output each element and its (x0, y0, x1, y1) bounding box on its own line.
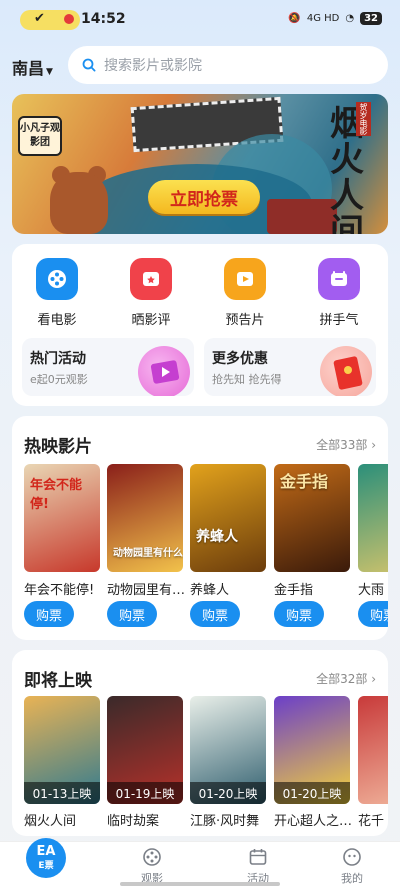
e-ticket-icon: EA (36, 844, 56, 859)
movie-poster[interactable]: 01-19上映 (107, 696, 183, 804)
promo-title: 热门活动 (30, 351, 86, 367)
movie-name: 花千 (358, 814, 385, 829)
film-reel-icon (36, 258, 78, 300)
notification-badge (62, 12, 76, 26)
buy-now-button[interactable]: 立即抢票 (148, 180, 260, 214)
truck-art (267, 199, 337, 234)
movie-name: 养蜂人 (190, 583, 230, 598)
quick-menu-card: 看电影 晒影评 预告片 拼手气 热门活动 e起0元观影 更多优惠 抢先知 抢先得 (12, 244, 388, 406)
promo-title: 更多优惠 (212, 351, 268, 367)
play-icon (224, 258, 266, 300)
promo-subtitle: e起0元观影 (30, 373, 88, 386)
movie-poster[interactable]: 养蜂人 (190, 464, 266, 572)
poster-text: 养蜂人 (196, 529, 238, 545)
movie-name: 开心超人之… (274, 814, 353, 829)
search-input[interactable]: 搜索影片或影院 (68, 46, 388, 84)
promo-hot-events[interactable]: 热门活动 e起0元观影 (22, 338, 194, 396)
check-icon: ✔ (34, 11, 45, 26)
review-icon (130, 258, 172, 300)
play-ticket-icon (138, 346, 190, 396)
poster-text: 动物园里有什么 (113, 548, 183, 559)
nav-item-eticket[interactable]: EA E票 (26, 838, 66, 878)
menu-label: 晒影评 (131, 313, 171, 328)
buy-ticket-button[interactable]: 购票 (274, 601, 324, 627)
movie-name: 烟火人间 (24, 814, 77, 829)
movie-poster[interactable]: 动物园里有什么 (107, 464, 183, 572)
wifi-icon: ◔ (345, 13, 355, 24)
caret-down-icon: ▼ (46, 67, 53, 77)
buy-ticket-button[interactable]: 购票 (24, 601, 74, 627)
promo-banner[interactable]: 小凡子观影团 烟火人间 贺岁电影 立即抢票 (12, 94, 388, 234)
see-all-link[interactable]: 全部33部 › (316, 436, 376, 453)
banner-logo: 小凡子观影团 (18, 116, 62, 156)
profile-icon (341, 846, 363, 868)
nav-label: E票 (38, 861, 54, 871)
menu-item-trailer[interactable]: 预告片 (210, 258, 280, 328)
movie-name: 年会不能停! (24, 583, 95, 598)
promo-subtitle: 抢先知 抢先得 (212, 373, 282, 386)
buy-ticket-button[interactable]: 购票 (107, 601, 157, 627)
movie-poster[interactable]: 01-20上映 (274, 696, 350, 804)
movie-poster[interactable]: 年会不能停! (24, 464, 100, 572)
network-label: 4G HD (306, 13, 340, 24)
coming-soon-section: 即将上映 全部32部 › 01-13上映 烟火人间 01-19上映 临时劫案 0… (12, 650, 388, 836)
movie-name: 动物园里有… (107, 583, 186, 598)
release-date-tag: 01-13上映 (24, 782, 100, 804)
release-date-tag: 01-20上映 (274, 782, 350, 804)
movie-poster[interactable]: 01-13上映 (24, 696, 100, 804)
release-date-tag: 01-20上映 (190, 782, 266, 804)
poster-text: 年会不能停! (30, 478, 83, 512)
movie-poster[interactable] (358, 696, 388, 804)
nav-item-profile[interactable]: 我的 (322, 846, 382, 886)
search-icon (82, 58, 96, 72)
status-time: 14:52 (81, 11, 126, 27)
banner-title-tag: 贺岁电影 (356, 102, 371, 136)
status-indicators: 🔕 4G HD ◔ 32 (288, 12, 382, 25)
poster-text: 金手指 (280, 472, 329, 491)
menu-label: 拼手气 (319, 313, 359, 328)
status-bar: ✔ 14:52 🔕 4G HD ◔ 32 (0, 0, 400, 40)
city-selector[interactable]: 南昌 ▼ (12, 55, 53, 79)
promo-more-deals[interactable]: 更多优惠 抢先知 抢先得 (204, 338, 376, 396)
buy-ticket-button[interactable]: 购票 (358, 601, 388, 627)
nav-item-watch[interactable]: 观影 (122, 846, 182, 886)
mute-icon: 🔕 (288, 13, 301, 24)
bear-art (50, 172, 108, 234)
menu-item-review[interactable]: 晒影评 (116, 258, 186, 328)
movie-poster[interactable]: 金手指 (274, 464, 350, 572)
section-title: 即将上映 (24, 671, 92, 691)
nav-label: 我的 (341, 872, 363, 885)
calendar-icon (247, 846, 269, 868)
search-placeholder: 搜索影片或影院 (104, 58, 202, 74)
menu-label: 看电影 (37, 313, 77, 328)
movie-name: 江豚·风时舞 (190, 814, 260, 829)
movie-name: 金手指 (274, 583, 314, 598)
now-showing-section: 热映影片 全部33部 › 年会不能停! 年会不能停! 购票 动物园里有什么 动物… (12, 416, 388, 640)
gift-icon (318, 258, 360, 300)
battery-icon: 32 (360, 12, 382, 25)
movie-name: 临时劫案 (107, 814, 160, 829)
menu-item-watch[interactable]: 看电影 (22, 258, 92, 328)
movie-name: 大雨 (358, 583, 385, 598)
see-all-link[interactable]: 全部32部 › (316, 670, 376, 687)
film-reel-icon (141, 846, 163, 868)
red-envelope-icon (320, 346, 372, 396)
section-title: 热映影片 (24, 437, 92, 457)
nav-item-events[interactable]: 活动 (228, 846, 288, 886)
menu-item-luck[interactable]: 拼手气 (304, 258, 374, 328)
home-indicator[interactable] (120, 882, 280, 886)
movie-poster[interactable] (358, 464, 388, 572)
release-date-tag: 01-19上映 (107, 782, 183, 804)
movie-poster[interactable]: 01-20上映 (190, 696, 266, 804)
city-name: 南昌 (12, 59, 45, 78)
buy-ticket-button[interactable]: 购票 (190, 601, 240, 627)
menu-label: 预告片 (225, 313, 265, 328)
